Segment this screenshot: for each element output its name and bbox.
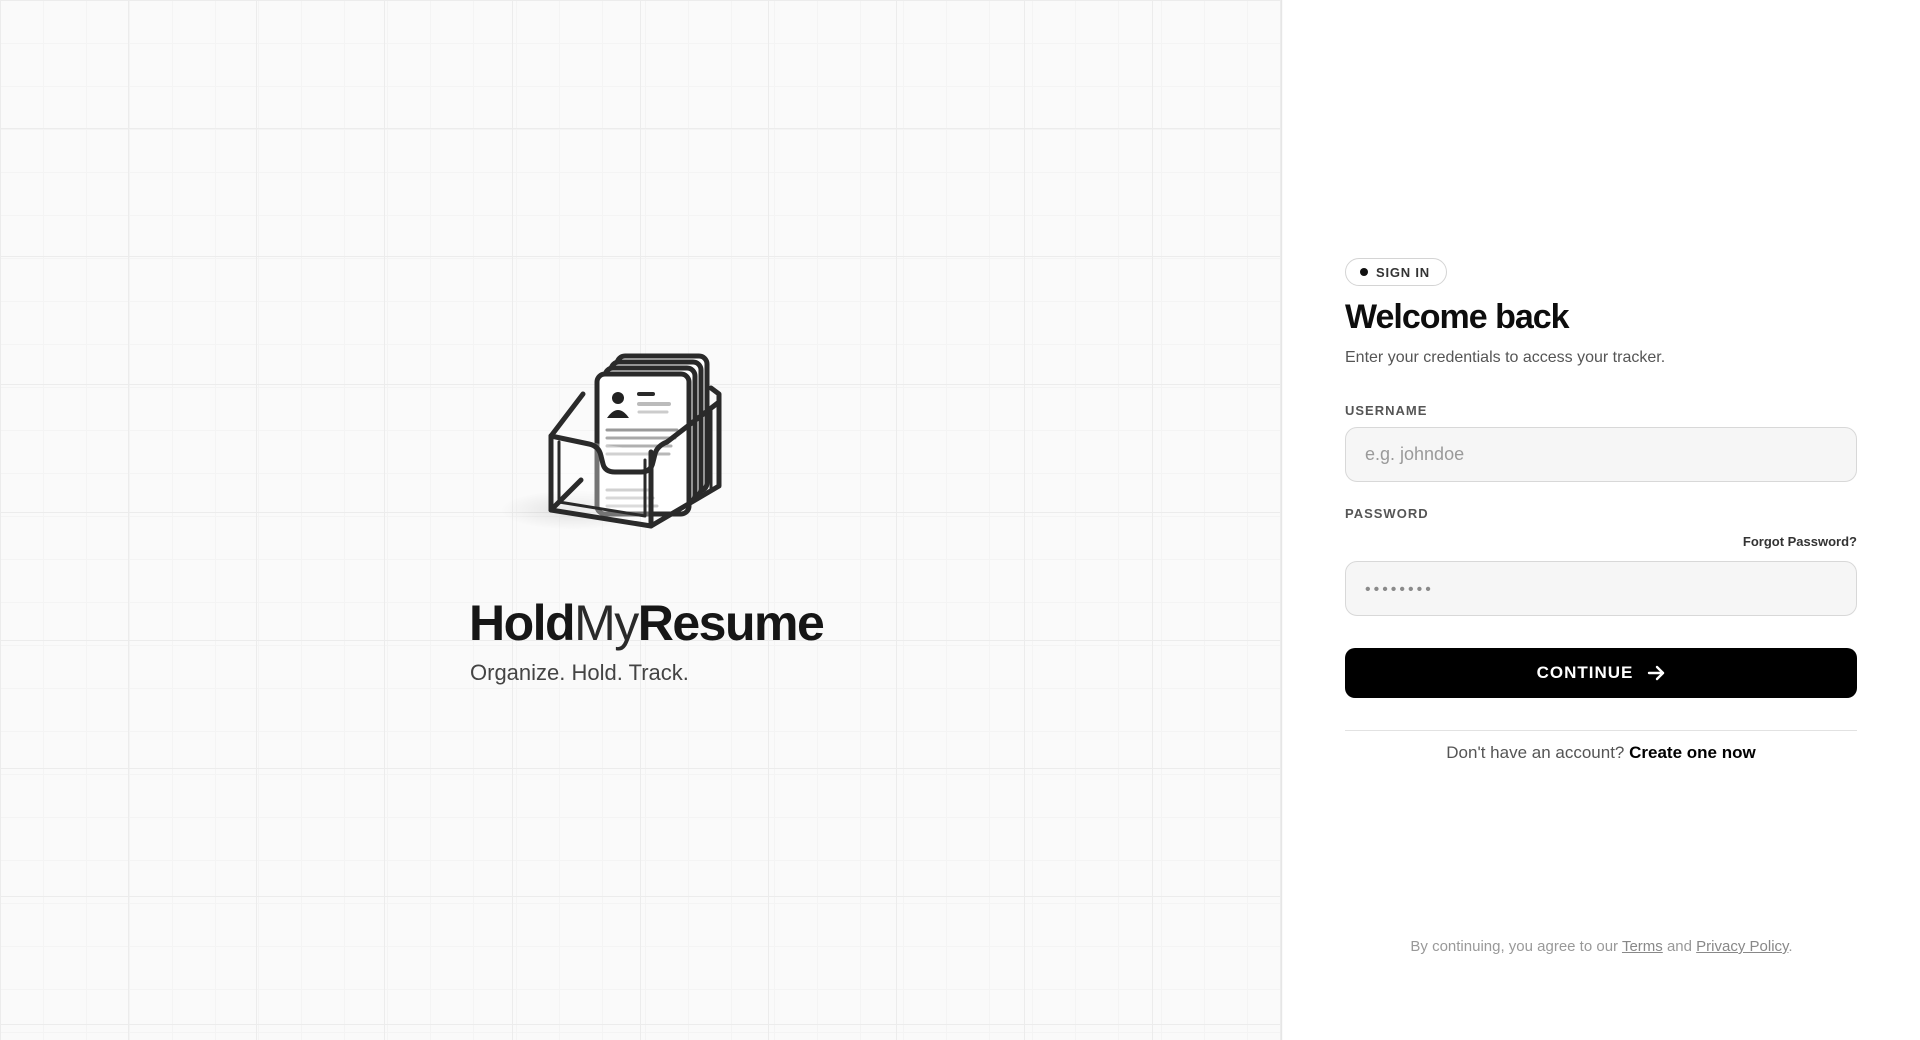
password-input[interactable]: [1345, 561, 1857, 616]
brand-name-hold: Hold: [469, 595, 576, 651]
brand-name: HoldMyResume: [469, 595, 825, 651]
sign-in-badge: SIGN IN: [1345, 258, 1447, 286]
continue-button[interactable]: CONTINUE: [1345, 648, 1857, 698]
brand-name-resume: Resume: [637, 595, 825, 651]
page-subtitle: Enter your credentials to access your tr…: [1345, 349, 1666, 366]
brand-name-my: My: [574, 595, 639, 651]
status-dot-icon: [1360, 268, 1368, 276]
forgot-password-row: Forgot Password?: [1345, 533, 1857, 551]
legal-notice: By continuing, you agree to our Terms an…: [1283, 938, 1920, 955]
signup-prompt: Don't have an account?: [1446, 743, 1625, 762]
continue-button-label: CONTINUE: [1536, 663, 1634, 682]
auth-panel: SIGN IN Welcome back Enter your credenti…: [1283, 0, 1920, 1040]
sign-in-badge-label: SIGN IN: [1376, 264, 1430, 280]
password-label: PASSWORD: [1345, 506, 1429, 521]
arrow-right-icon: [1648, 665, 1665, 681]
divider: [1345, 730, 1857, 731]
legal-suffix: .: [1788, 938, 1793, 955]
create-account-link[interactable]: Create one now: [1629, 743, 1756, 762]
forgot-password-link[interactable]: Forgot Password?: [1743, 534, 1857, 549]
legal-and: and: [1666, 938, 1692, 955]
signup-row: Don't have an account? Create one now: [1345, 743, 1857, 763]
resume-holder-icon: [548, 353, 722, 529]
terms-link[interactable]: Terms: [1622, 938, 1663, 955]
legal-prefix: By continuing, you agree to our: [1410, 938, 1619, 955]
username-label: USERNAME: [1345, 403, 1428, 418]
privacy-policy-link[interactable]: Privacy Policy: [1696, 938, 1788, 955]
username-input[interactable]: [1345, 427, 1857, 482]
brand-panel: HoldMyResume Organize. Hold. Track.: [0, 0, 1282, 1040]
brand-tagline: Organize. Hold. Track.: [470, 660, 689, 685]
page-title: Welcome back: [1345, 298, 1570, 336]
login-form: SIGN IN Welcome back Enter your credenti…: [1345, 258, 1857, 763]
